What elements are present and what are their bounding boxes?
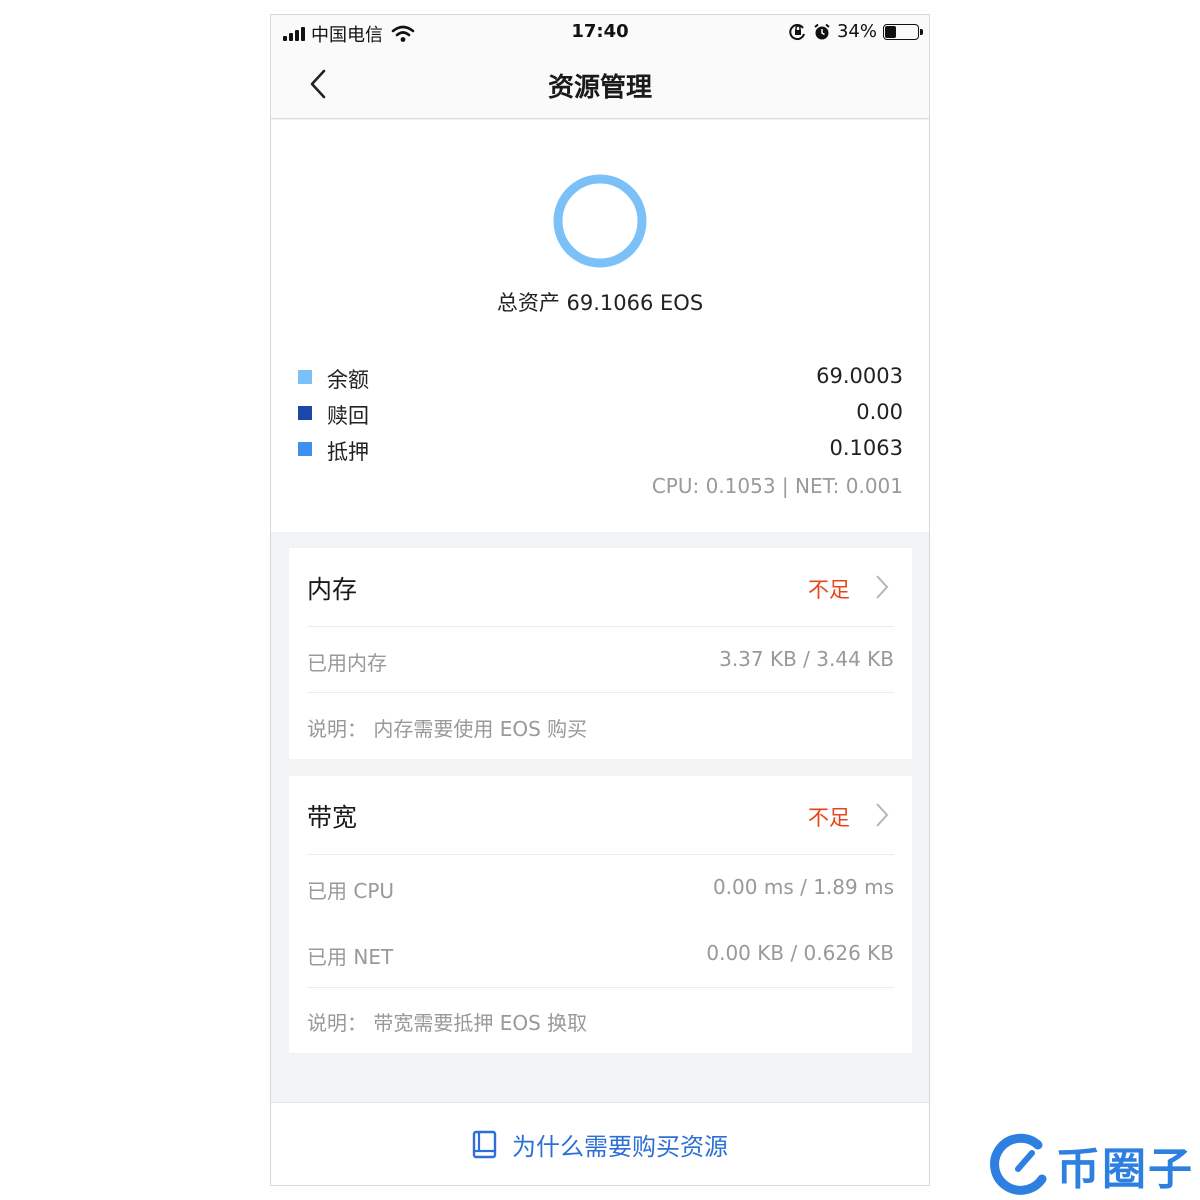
divider — [307, 626, 894, 627]
asset-donut-chart — [553, 174, 647, 268]
alarm-icon — [814, 23, 830, 39]
memory-note-text: 说明： 内存需要使用 EOS 购买 — [307, 717, 588, 741]
memory-card-header[interactable]: 内存 不足 — [289, 548, 912, 626]
book-icon — [472, 1130, 497, 1158]
watermark-text: 币圈子 — [1056, 1144, 1194, 1195]
status-left: 中国电信 — [283, 21, 415, 47]
memory-used-value: 3.37 KB / 3.44 KB — [719, 647, 894, 671]
why-buy-resources-link[interactable]: 为什么需要购买资源 — [271, 1102, 929, 1185]
nav-bar: 资源管理 — [271, 51, 929, 119]
battery-icon — [883, 23, 923, 40]
carrier-name: 中国电信 — [311, 25, 383, 46]
cpu-used-label: 已用 CPU — [307, 879, 395, 903]
memory-note: 说明： 内存需要使用 EOS 购买 — [307, 713, 894, 741]
cpu-used-value: 0.00 ms / 1.89 ms — [712, 875, 894, 899]
phone-screen: 中国电信 17:40 34% 资源管理 总资产 69.1066 EOS 余额 6… — [270, 14, 930, 1186]
legend-row-balance: 余额 69.0003 — [298, 364, 903, 392]
net-used-row: 已用 NET 0.00 KB / 0.626 KB — [307, 941, 894, 969]
bandwidth-note: 说明： 带宽需要抵押 EOS 换取 — [307, 1007, 894, 1035]
memory-card: 内存 不足 已用内存 3.37 KB / 3.44 KB 说明： 内存需要使用 … — [289, 548, 912, 759]
legend-value-stake: 0.1063 — [829, 436, 903, 460]
legend-label-stake: 抵押 — [327, 440, 369, 464]
net-used-value: 0.00 KB / 0.626 KB — [706, 941, 894, 965]
legend-swatch-redeem — [298, 406, 312, 420]
orientation-lock-icon — [789, 23, 805, 40]
watermark-c-icon — [990, 1133, 1047, 1195]
back-button[interactable] — [299, 65, 339, 105]
legend-value-redeem: 0.00 — [856, 400, 903, 424]
legend-label-balance: 余额 — [327, 368, 369, 392]
status-bar: 中国电信 17:40 34% — [271, 15, 929, 51]
wifi-icon — [391, 25, 415, 42]
bandwidth-status: 不足 — [808, 806, 850, 830]
net-used-label: 已用 NET — [307, 945, 394, 969]
chevron-right-icon — [876, 575, 889, 599]
bandwidth-card-header[interactable]: 带宽 不足 — [289, 776, 912, 854]
legend-row-redeem: 赎回 0.00 — [298, 400, 903, 428]
cpu-used-row: 已用 CPU 0.00 ms / 1.89 ms — [307, 875, 894, 903]
asset-summary: 总资产 69.1066 EOS 余额 69.0003 赎回 0.00 抵押 0.… — [271, 120, 929, 532]
battery-fill — [885, 25, 896, 38]
divider — [307, 692, 894, 693]
memory-used-label: 已用内存 — [307, 651, 387, 675]
memory-status: 不足 — [808, 578, 850, 602]
battery-percent: 34% — [836, 21, 877, 42]
watermark-logo: 币圈子 — [988, 1130, 1200, 1200]
divider — [307, 987, 894, 988]
legend-swatch-stake — [298, 442, 312, 456]
chevron-right-icon — [876, 803, 889, 827]
status-right: 34% — [789, 21, 923, 42]
stake-detail: CPU: 0.1053 | NET: 0.001 — [651, 474, 903, 498]
legend-value-balance: 69.0003 — [816, 364, 903, 388]
total-assets: 总资产 69.1066 EOS — [496, 291, 704, 315]
legend-row-stake: 抵押 0.1063 — [298, 436, 903, 464]
signal-icon — [283, 27, 305, 41]
donut-ring — [553, 174, 647, 268]
bandwidth-title: 带宽 — [307, 803, 358, 832]
legend-swatch-balance — [298, 370, 312, 384]
why-buy-resources-label: 为什么需要购买资源 — [512, 1133, 728, 1161]
bandwidth-note-text: 说明： 带宽需要抵押 EOS 换取 — [307, 1011, 588, 1035]
memory-used-row: 已用内存 3.37 KB / 3.44 KB — [307, 647, 894, 675]
page-title: 资源管理 — [547, 73, 652, 103]
bandwidth-card: 带宽 不足 已用 CPU 0.00 ms / 1.89 ms 已用 NET 0.… — [289, 776, 912, 1053]
divider — [307, 854, 894, 855]
chevron-left-icon — [310, 69, 326, 99]
why-buy-resources-inner: 为什么需要购买资源 — [271, 1127, 929, 1162]
memory-title: 内存 — [307, 575, 358, 604]
legend-label-redeem: 赎回 — [327, 404, 369, 428]
